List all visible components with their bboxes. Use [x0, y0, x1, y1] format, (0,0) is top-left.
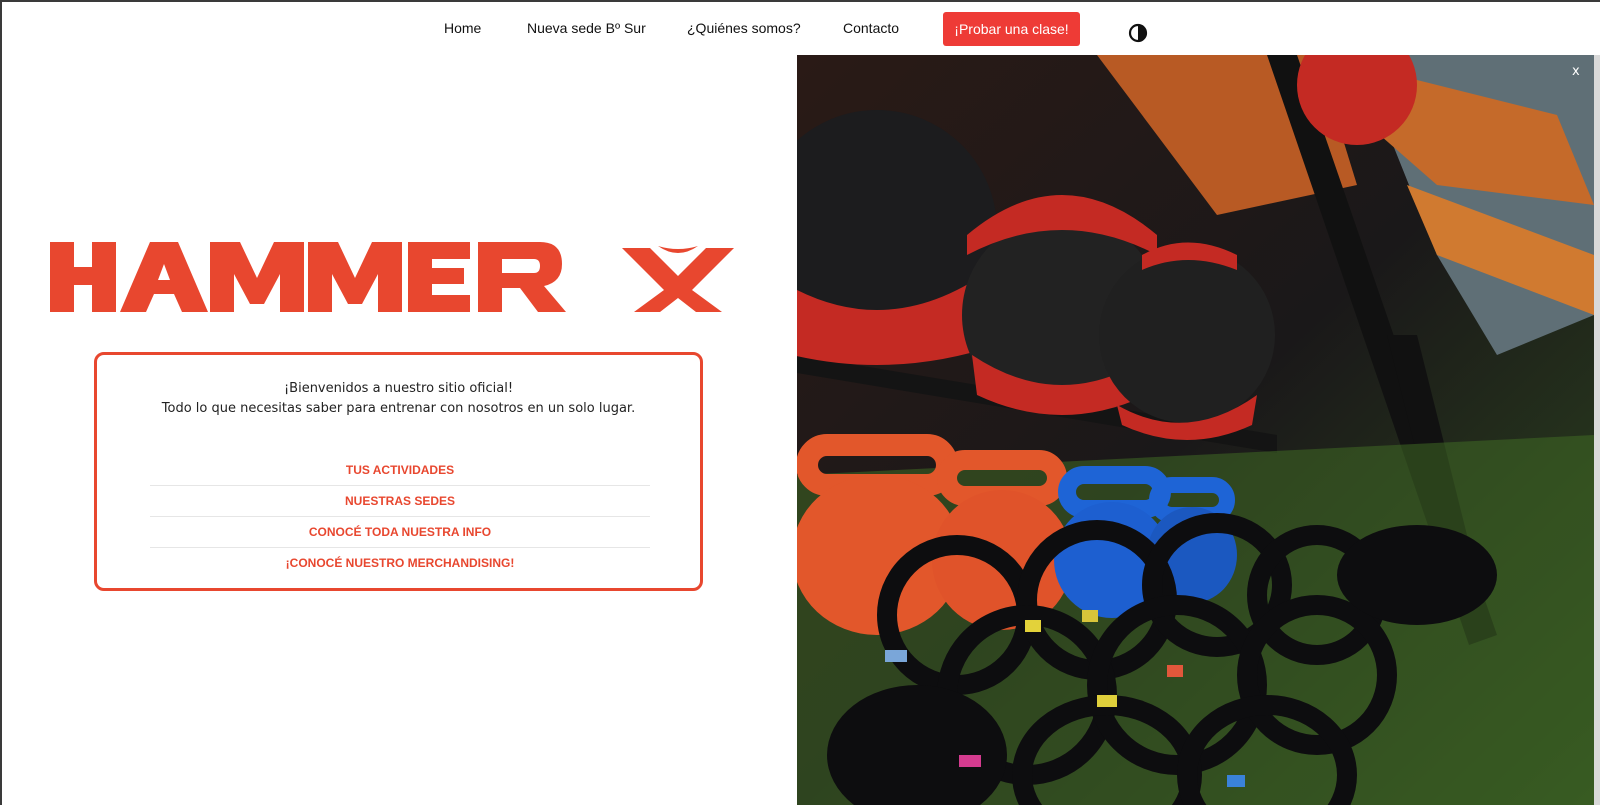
nuestras-sedes-link[interactable]: NUESTRAS SEDES: [150, 486, 650, 517]
hammer-x-logo: [50, 240, 750, 316]
nav-home-link[interactable]: Home: [444, 20, 481, 36]
welcome-card: ¡Bienvenidos a nuestro sitio oficial! To…: [94, 352, 703, 591]
conoce-info-link[interactable]: CONOCÉ TODA NUESTRA INFO: [150, 517, 650, 548]
page-scrollbar[interactable]: [1594, 55, 1600, 805]
welcome-text: ¡Bienvenidos a nuestro sitio oficial! To…: [97, 379, 700, 419]
probar-clase-button[interactable]: ¡Probar una clase!: [943, 12, 1080, 46]
top-navigation: Home Nueva sede Bº Sur ¿Quiénes somos? C…: [0, 2, 1600, 55]
nav-contacto-link[interactable]: Contacto: [843, 20, 899, 36]
close-button[interactable]: x: [1572, 64, 1580, 79]
gym-equipment-photo: [797, 55, 1594, 805]
window-left-border: [0, 0, 2, 805]
welcome-heading: ¡Bienvenidos a nuestro sitio oficial!: [283, 381, 514, 396]
card-links-list: TUS ACTIVIDADES NUESTRAS SEDES CONOCÉ TO…: [150, 455, 650, 579]
tus-actividades-link[interactable]: TUS ACTIVIDADES: [150, 455, 650, 486]
contrast-icon[interactable]: [1128, 23, 1148, 43]
nav-nueva-sede-link[interactable]: Nueva sede Bº Sur: [527, 20, 646, 36]
nav-quienes-somos-link[interactable]: ¿Quiénes somos?: [687, 20, 801, 36]
merchandising-link[interactable]: ¡CONOCÉ NUESTRO MERCHANDISING!: [150, 548, 650, 579]
welcome-subtext: Todo lo que necesitas saber para entrena…: [161, 401, 636, 416]
